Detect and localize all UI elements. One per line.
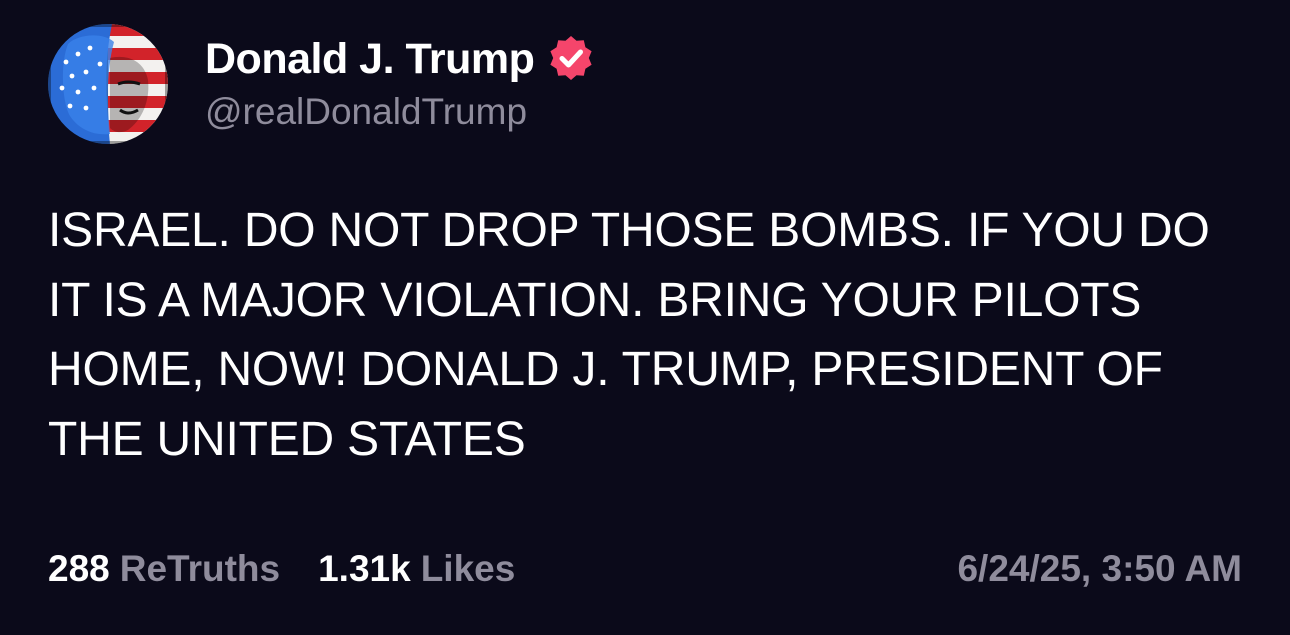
author-display-name[interactable]: Donald J. Trump	[205, 35, 535, 84]
avatar[interactable]	[48, 24, 168, 144]
verified-badge-icon	[546, 34, 596, 84]
post-timestamp: 6/24/25, 3:50 AM	[957, 548, 1242, 589]
author-handle[interactable]: @realDonaldTrump	[205, 91, 596, 133]
post-card: Donald J. Trump @realDonaldTrump ISRAEL.…	[0, 0, 1290, 635]
retruths-label: ReTruths	[119, 548, 281, 589]
likes-label: Likes	[420, 548, 516, 589]
author-identity: Donald J. Trump @realDonaldTrump	[205, 35, 596, 133]
post-header: Donald J. Trump @realDonaldTrump	[48, 22, 596, 146]
author-name-row: Donald J. Trump	[205, 29, 596, 89]
retruths-stat[interactable]: 288 ReTruths	[48, 548, 280, 590]
likes-count: 1.31k	[318, 548, 411, 589]
post-footer: 288 ReTruths 1.31k Likes 6/24/25, 3:50 A…	[48, 542, 1242, 596]
post-text: ISRAEL. DO NOT DROP THOSE BOMBS. IF YOU …	[48, 204, 1210, 466]
likes-stat[interactable]: 1.31k Likes	[318, 548, 515, 590]
avatar-image	[48, 24, 168, 144]
retruths-count: 288	[48, 548, 110, 589]
